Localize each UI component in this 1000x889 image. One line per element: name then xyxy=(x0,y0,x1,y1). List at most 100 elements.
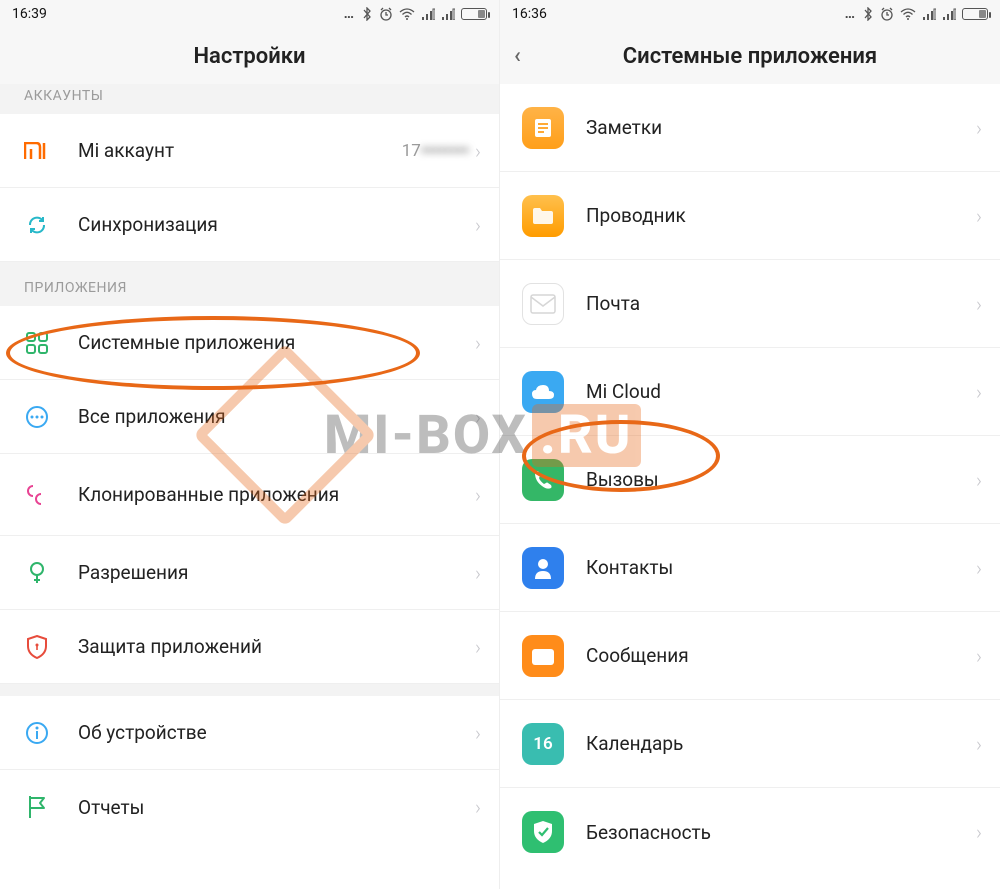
alarm-icon xyxy=(880,7,894,21)
row-about-device[interactable]: Об устройстве › xyxy=(0,696,499,770)
row-app-micloud[interactable]: Mi Cloud › xyxy=(500,348,1000,436)
page-title: ‹ Системные приложения xyxy=(500,28,1000,84)
row-label: Вызовы xyxy=(586,468,976,491)
signal-icon-2 xyxy=(441,8,455,20)
sync-icon xyxy=(22,210,52,240)
chevron-right-icon: › xyxy=(475,635,481,659)
bluetooth-icon xyxy=(862,7,874,21)
chevron-right-icon: › xyxy=(976,204,982,228)
row-app-security[interactable]: Безопасность › xyxy=(500,788,1000,876)
row-app-explorer[interactable]: Проводник › xyxy=(500,172,1000,260)
row-permissions[interactable]: Разрешения › xyxy=(0,536,499,610)
row-app-mail[interactable]: Почта › xyxy=(500,260,1000,348)
page-title: Настройки xyxy=(0,28,499,84)
row-value: 17•••••••• xyxy=(402,141,469,161)
row-all-apps[interactable]: Все приложения › xyxy=(0,380,499,454)
status-icons: … xyxy=(344,6,487,22)
row-reports[interactable]: Отчеты › xyxy=(0,770,499,844)
shield-icon xyxy=(22,632,52,662)
chevron-right-icon: › xyxy=(976,732,982,756)
row-cloned-apps[interactable]: Клонированные приложения › xyxy=(0,454,499,536)
screen-settings: 16:39 … Настройки АККАУНТЫ xyxy=(0,0,500,889)
person-icon xyxy=(522,547,564,589)
mi-logo-icon xyxy=(22,136,52,166)
row-app-contacts[interactable]: Контакты › xyxy=(500,524,1000,612)
chevron-right-icon: › xyxy=(475,795,481,819)
chevron-right-icon: › xyxy=(475,405,481,429)
status-time: 16:39 xyxy=(12,6,47,22)
back-button[interactable]: ‹ xyxy=(514,44,521,69)
status-bar: 16:36 … xyxy=(500,0,1000,28)
more-icon: … xyxy=(344,6,355,22)
page-title-text: Системные приложения xyxy=(623,44,877,69)
chevron-right-icon: › xyxy=(976,468,982,492)
chevron-right-icon: › xyxy=(475,139,481,163)
folder-icon xyxy=(522,195,564,237)
battery-icon xyxy=(962,8,988,20)
row-app-calendar[interactable]: 16 Календарь › xyxy=(500,700,1000,788)
flag-icon xyxy=(22,792,52,822)
signal-icon-2 xyxy=(942,8,956,20)
row-label: Синхронизация xyxy=(78,213,475,236)
row-label: Mi аккаунт xyxy=(78,139,402,162)
phone-icon xyxy=(522,459,564,501)
signal-icon xyxy=(421,8,435,20)
chevron-right-icon: › xyxy=(976,644,982,668)
wifi-icon xyxy=(900,8,916,20)
chevron-right-icon: › xyxy=(976,116,982,140)
row-label: Системные приложения xyxy=(78,331,475,354)
row-label: Безопасность xyxy=(586,821,976,844)
section-gap xyxy=(0,684,499,696)
row-label: Проводник xyxy=(586,204,976,227)
row-system-apps[interactable]: Системные приложения › xyxy=(0,306,499,380)
chevron-right-icon: › xyxy=(475,721,481,745)
row-sync[interactable]: Синхронизация › xyxy=(0,188,499,262)
clone-icon xyxy=(22,480,52,510)
info-icon xyxy=(22,718,52,748)
row-label: Заметки xyxy=(586,116,976,139)
row-mi-account[interactable]: Mi аккаунт 17•••••••• › xyxy=(0,114,499,188)
mail-icon xyxy=(522,283,564,325)
screen-system-apps: 16:36 … ‹ Системные приложения xyxy=(500,0,1000,889)
section-header-apps: ПРИЛОЖЕНИЯ xyxy=(0,262,499,306)
wifi-icon xyxy=(399,8,415,20)
row-label: Защита приложений xyxy=(78,635,475,658)
chevron-right-icon: › xyxy=(976,820,982,844)
notes-icon xyxy=(522,107,564,149)
chevron-right-icon: › xyxy=(475,331,481,355)
status-bar: 16:39 … xyxy=(0,0,499,28)
row-label: Mi Cloud xyxy=(586,380,976,403)
row-app-messages[interactable]: Сообщения › xyxy=(500,612,1000,700)
section-header-accounts: АККАУНТЫ xyxy=(0,84,499,114)
row-label: Контакты xyxy=(586,556,976,579)
grid-icon xyxy=(22,328,52,358)
row-app-calls[interactable]: Вызовы › xyxy=(500,436,1000,524)
shield-check-icon xyxy=(522,811,564,853)
messages-icon xyxy=(522,635,564,677)
chevron-right-icon: › xyxy=(976,292,982,316)
chevron-right-icon: › xyxy=(475,213,481,237)
chevron-right-icon: › xyxy=(976,556,982,580)
row-label: Разрешения xyxy=(78,561,475,584)
permissions-icon xyxy=(22,558,52,588)
status-icons: … xyxy=(845,6,988,22)
cloud-icon xyxy=(522,371,564,413)
row-label: Все приложения xyxy=(78,405,475,428)
row-label: Отчеты xyxy=(78,796,475,819)
row-label: Почта xyxy=(586,292,976,315)
more-icon: … xyxy=(845,6,856,22)
page-title-text: Настройки xyxy=(193,44,305,69)
row-app-protection[interactable]: Защита приложений › xyxy=(0,610,499,684)
bluetooth-icon xyxy=(361,7,373,21)
row-label: Календарь xyxy=(586,732,976,755)
calendar-icon: 16 xyxy=(522,723,564,765)
more-horiz-icon xyxy=(22,402,52,432)
row-label: Клонированные приложения xyxy=(78,483,475,507)
row-label: Сообщения xyxy=(586,644,976,667)
chevron-right-icon: › xyxy=(475,483,481,507)
row-app-notes[interactable]: Заметки › xyxy=(500,84,1000,172)
battery-icon xyxy=(461,8,487,20)
signal-icon xyxy=(922,8,936,20)
row-label: Об устройстве xyxy=(78,721,475,744)
chevron-right-icon: › xyxy=(475,561,481,585)
